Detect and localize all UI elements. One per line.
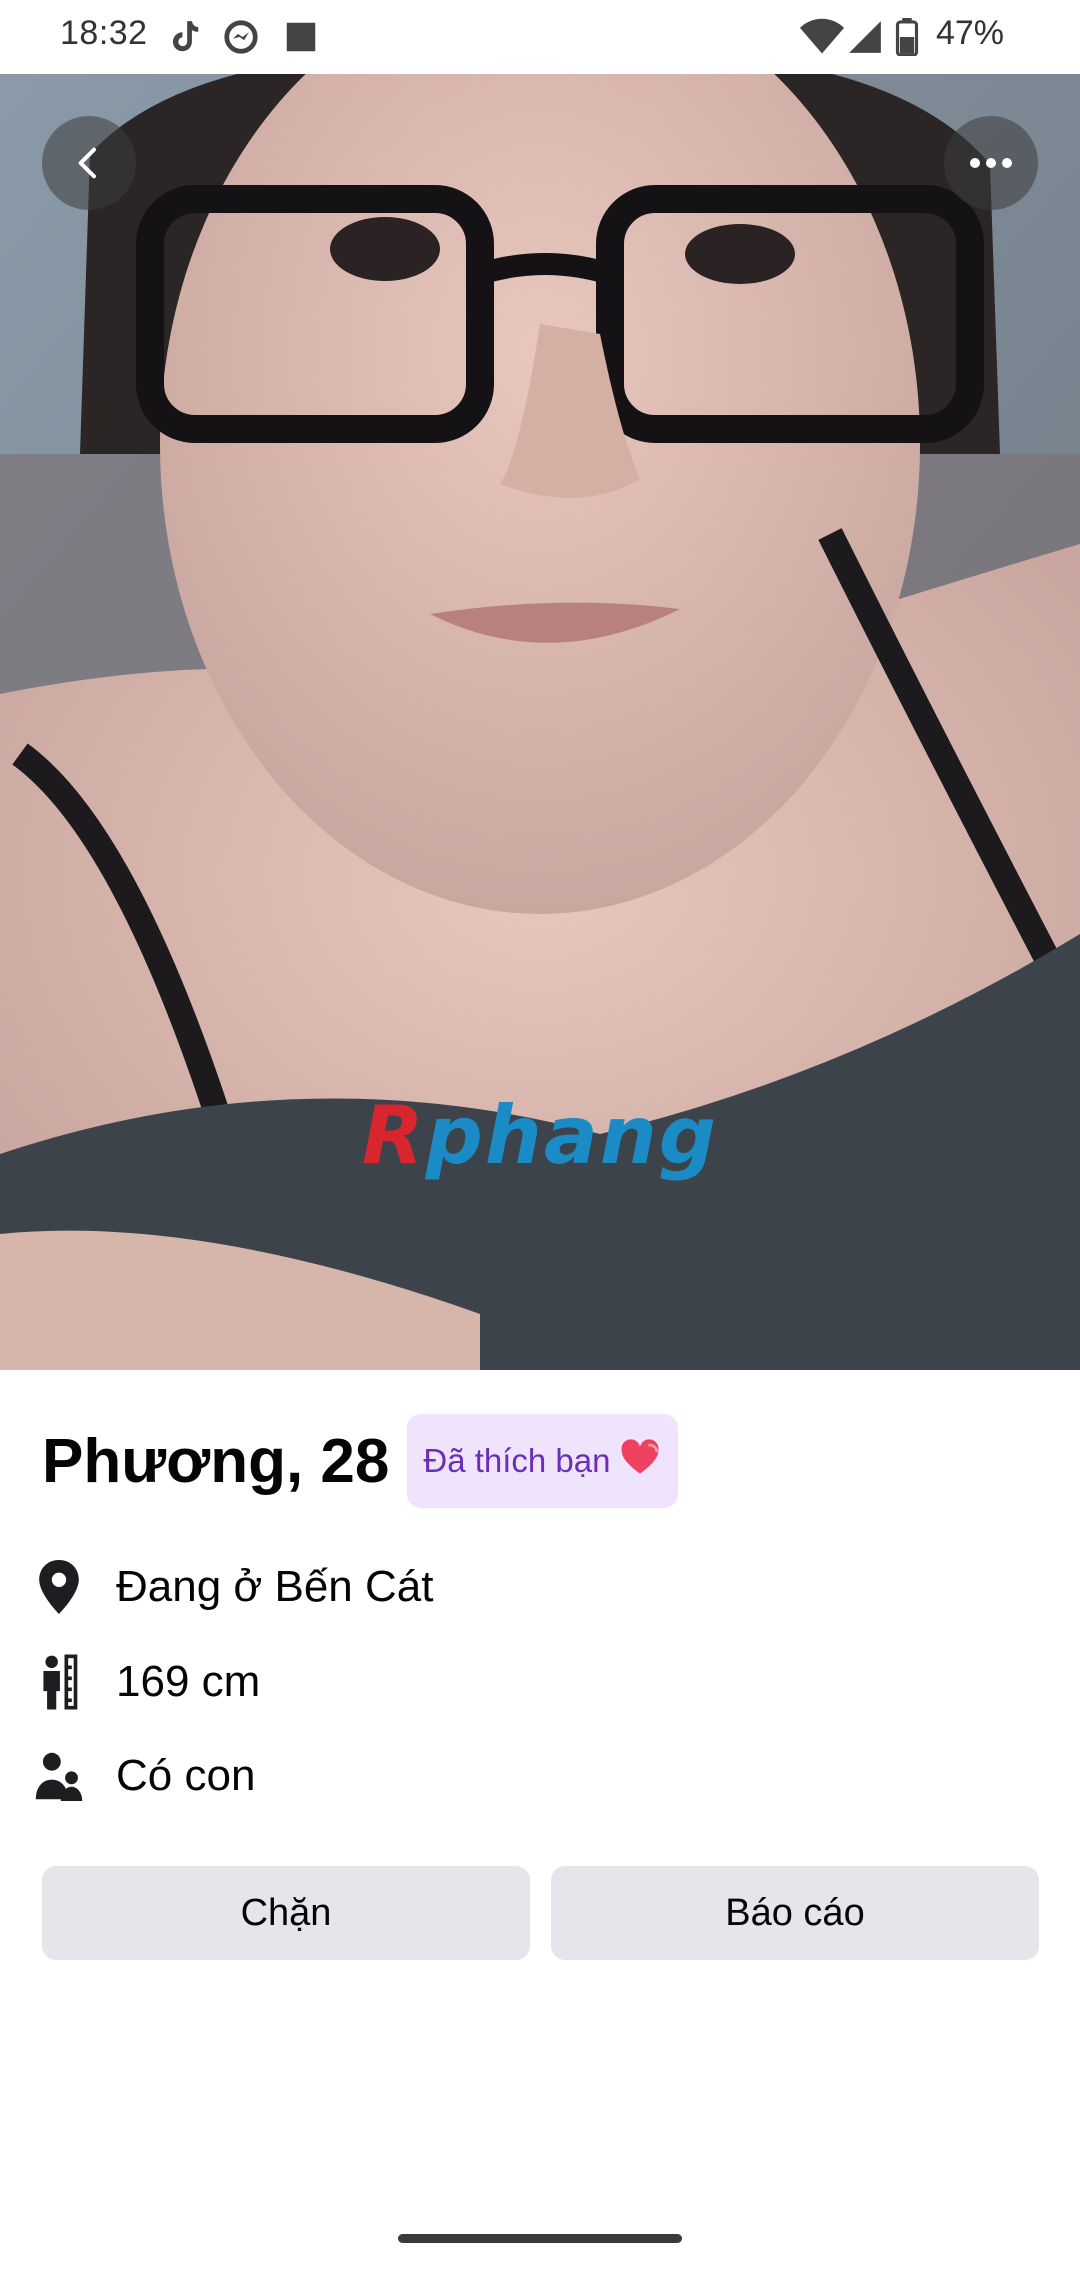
watermark-rest: phang [425,1089,719,1182]
battery-icon [894,18,920,57]
liked-badge-label: Đã thích bạn [423,1442,611,1479]
more-horizontal-icon [970,158,1012,168]
more-options-button[interactable] [944,116,1038,210]
location-row: Đang ở Bến Cát [34,1557,433,1617]
heart-icon [620,1438,660,1484]
watermark-first: R [361,1089,426,1182]
children-icon [34,1748,84,1804]
height-icon [34,1654,84,1710]
watermark: Rphang [0,1089,1080,1182]
home-indicator[interactable] [398,2234,682,2243]
liked-you-badge: Đã thích bạn [407,1414,679,1508]
report-button[interactable]: Báo cáo [551,1866,1039,1960]
location-text: Đang ở Bến Cát [116,1562,434,1611]
status-bar: 18:32 47% [0,0,1080,74]
messenger-sync-icon [222,18,260,56]
children-text: Có con [116,1751,256,1800]
profile-name: Phương, 28 [42,1426,390,1496]
location-pin-icon [34,1559,84,1615]
profile-screen: 18:32 47% Rphang Phương, 28 Đã thích bạn… [0,0,1080,2272]
wifi-icon [800,18,844,56]
cell-signal-icon [846,18,884,56]
profile-photo[interactable]: Rphang [0,74,1080,1370]
children-row: Có con [34,1746,255,1806]
status-time: 18:32 [60,14,148,52]
back-button[interactable] [42,116,136,210]
battery-percent: 47% [935,14,1004,52]
height-text: 169 cm [116,1657,261,1706]
chevron-left-icon [78,147,96,179]
tiktok-icon [165,18,203,56]
square-icon [282,18,320,56]
name-row: Phương, 28 Đã thích bạn [42,1414,679,1508]
block-button[interactable]: Chặn [42,1866,530,1960]
height-row: 169 cm [34,1652,260,1712]
